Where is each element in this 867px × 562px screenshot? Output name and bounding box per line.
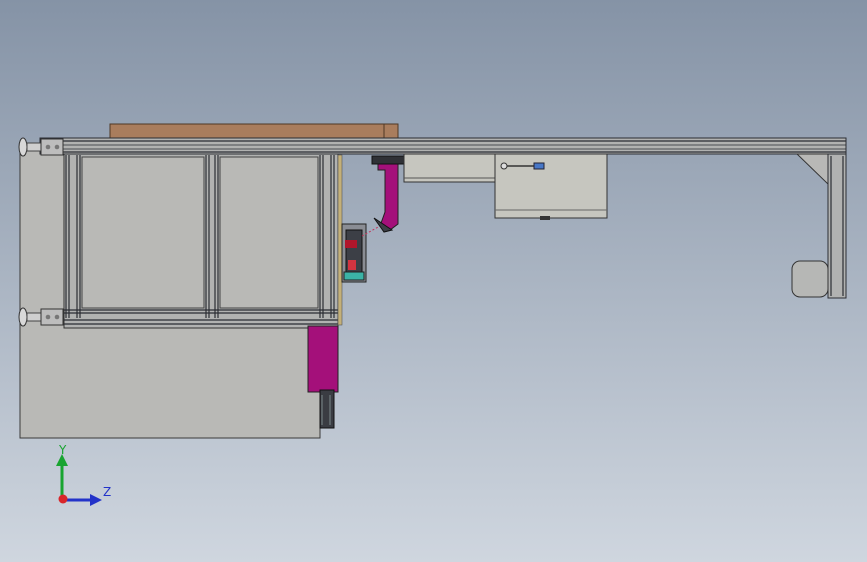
wood-board[interactable] [109, 123, 399, 139]
x-axis-origin [58, 494, 68, 504]
end-pad[interactable] [791, 260, 829, 298]
enclosure-frame[interactable] [63, 147, 343, 329]
window-panel-right [219, 156, 319, 309]
upper-control-box[interactable] [403, 153, 499, 183]
cad-viewport[interactable]: Y Z [0, 0, 867, 562]
y-axis-label: Y [59, 443, 67, 457]
assembly-drawing[interactable] [0, 0, 867, 562]
z-axis-label: Z [103, 485, 112, 499]
door-edge-strip [337, 154, 343, 326]
window-panel-left [81, 156, 205, 309]
leveling-foot-lower[interactable] [18, 307, 64, 327]
top-rail[interactable] [39, 137, 847, 155]
leveling-foot-upper[interactable] [18, 137, 64, 157]
electrical-cabinet[interactable] [494, 153, 608, 220]
